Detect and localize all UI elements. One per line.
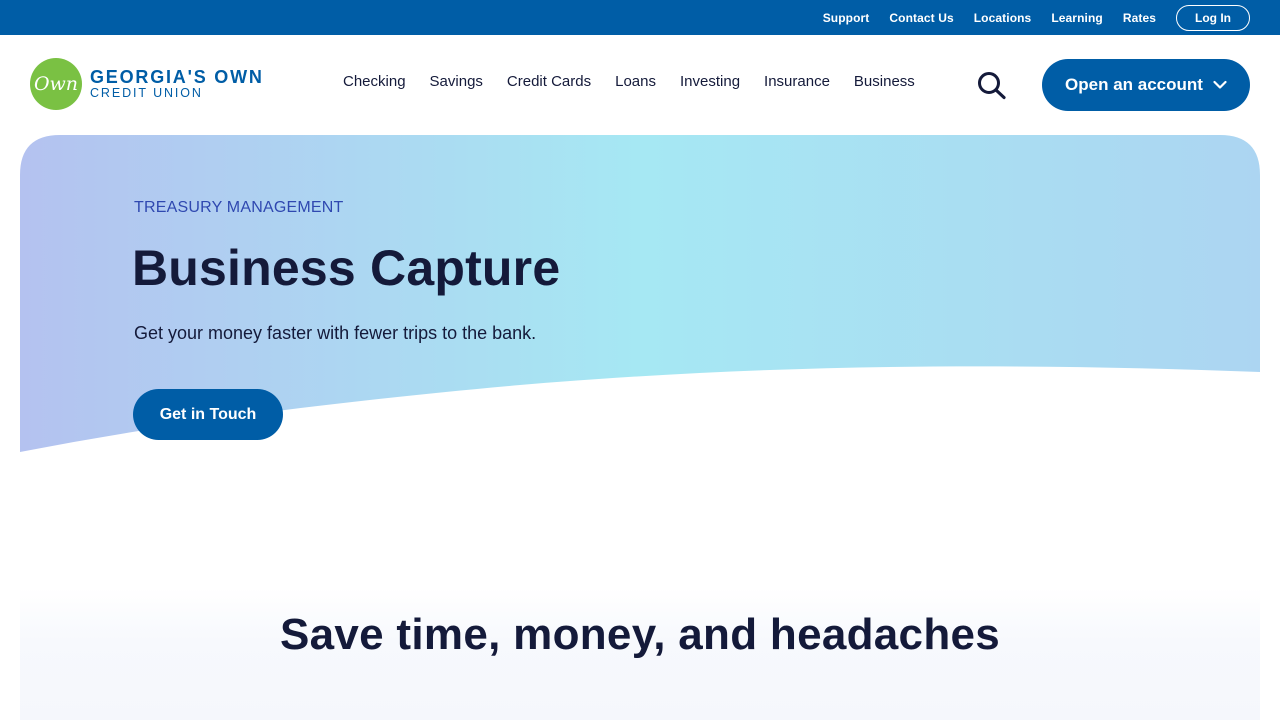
- section-title: Save time, money, and headaches: [279, 610, 1001, 659]
- utility-link-locations[interactable]: Locations: [974, 11, 1032, 25]
- get-in-touch-button[interactable]: Get in Touch: [133, 389, 283, 440]
- logo-mark: Own: [30, 58, 82, 110]
- utility-bar: Support Contact Us Locations Learning Ra…: [0, 0, 1280, 35]
- nav-item-loans[interactable]: Loans: [615, 73, 656, 90]
- main-nav: Checking Savings Credit Cards Loans Inve…: [331, 73, 927, 90]
- nav-item-investing[interactable]: Investing: [680, 73, 740, 90]
- search-icon: [978, 72, 1006, 100]
- nav-item-insurance[interactable]: Insurance: [764, 73, 830, 90]
- login-button[interactable]: Log In: [1176, 4, 1250, 31]
- hero-subtitle: Get your money faster with fewer trips t…: [134, 323, 537, 343]
- nav-item-checking[interactable]: Checking: [343, 73, 406, 90]
- open-account-button[interactable]: Open an account: [1042, 59, 1250, 111]
- hero-title: Business Capture: [132, 240, 561, 296]
- benefits-section: Save time, money, and headaches: [20, 588, 1260, 720]
- open-account-label: Open an account: [1065, 75, 1203, 94]
- logo-line-1: GEORGIA'S OWN: [90, 66, 264, 87]
- nav-item-credit-cards[interactable]: Credit Cards: [507, 73, 591, 90]
- chevron-down-icon: [1213, 80, 1227, 90]
- utility-nav: Support Contact Us Locations Learning Ra…: [823, 0, 1280, 35]
- logo-line-2: CREDIT UNION: [90, 85, 203, 100]
- search-button[interactable]: [974, 70, 1010, 100]
- utility-link-learning[interactable]: Learning: [1051, 11, 1102, 25]
- utility-link-support[interactable]: Support: [823, 11, 870, 25]
- utility-link-rates[interactable]: Rates: [1123, 11, 1156, 25]
- nav-item-business[interactable]: Business: [854, 73, 915, 90]
- logo-wordmark: GEORGIA'S OWN CREDIT UNION: [90, 68, 264, 101]
- hero-eyebrow: TREASURY MANAGEMENT: [134, 199, 344, 216]
- logo[interactable]: Own GEORGIA'S OWN CREDIT UNION: [30, 58, 264, 110]
- site-header: Own GEORGIA'S OWN CREDIT UNION Checking …: [0, 35, 1280, 135]
- nav-item-savings[interactable]: Savings: [430, 73, 483, 90]
- utility-link-contact-us[interactable]: Contact Us: [889, 11, 953, 25]
- hero: TREASURY MANAGEMENT Business Capture Get…: [20, 135, 1260, 455]
